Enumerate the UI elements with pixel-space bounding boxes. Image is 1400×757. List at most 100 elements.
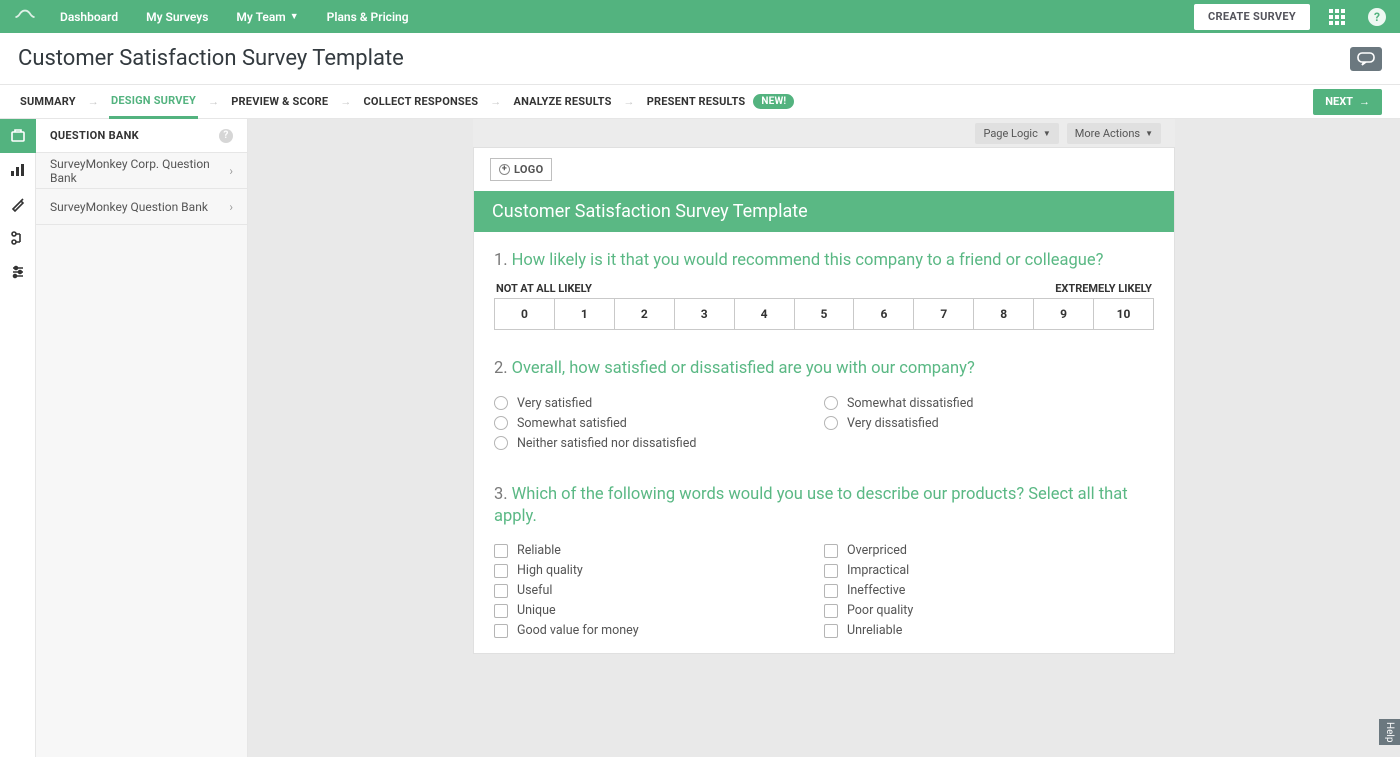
nav-plans-pricing[interactable]: Plans & Pricing <box>313 0 423 33</box>
add-logo-button[interactable]: + LOGO <box>490 158 552 181</box>
nav-my-team[interactable]: My Team▼ <box>222 0 312 33</box>
rail-themes-icon[interactable] <box>0 187 36 221</box>
nps-low-label: NOT AT ALL LIKELY <box>496 282 592 295</box>
checkbox-icon <box>494 544 508 558</box>
checkbox-option[interactable]: Poor quality <box>824 603 1154 618</box>
survey-title[interactable]: Customer Satisfaction Survey Template <box>474 191 1174 232</box>
radio-option[interactable]: Neither satisfied nor dissatisfied <box>494 436 824 451</box>
checkbox-option[interactable]: Overpriced <box>824 543 1154 558</box>
step-summary[interactable]: SUMMARY <box>18 85 78 119</box>
checkbox-option[interactable]: Good value for money <box>494 623 824 638</box>
radio-icon <box>494 436 508 450</box>
nps-cell[interactable]: 8 <box>974 299 1034 329</box>
help-icon[interactable]: ? <box>1364 4 1390 30</box>
design-canvas: Page Logic ▼ More Actions▼ + LOGO Customer… <box>248 119 1400 757</box>
nps-cell[interactable]: 0 <box>495 299 555 329</box>
step-collect-responses[interactable]: COLLECT RESPONSES <box>362 85 481 119</box>
arrow-right-icon: → <box>208 95 219 108</box>
step-preview-score[interactable]: PREVIEW & SCORE <box>229 85 330 119</box>
comments-button[interactable] <box>1350 47 1382 71</box>
qb-item-sm[interactable]: SurveyMonkey Question Bank › <box>36 189 247 225</box>
page-title: Customer Satisfaction Survey Template <box>18 46 404 71</box>
caret-down-icon: ▼ <box>1043 129 1051 138</box>
option-label: Unreliable <box>847 623 902 638</box>
arrow-right-icon: → <box>88 95 99 108</box>
step-present-results[interactable]: PRESENT RESULTS <box>645 85 748 119</box>
checkbox-icon <box>824 564 838 578</box>
next-button[interactable]: NEXT→ <box>1313 89 1382 115</box>
rail-question-bank-icon[interactable] <box>0 119 36 153</box>
radio-option[interactable]: Very dissatisfied <box>824 416 1154 431</box>
question-2[interactable]: 2.Overall, how satisfied or dissatisfied… <box>474 340 1174 465</box>
option-label: Poor quality <box>847 603 913 618</box>
checkbox-option[interactable]: Useful <box>494 583 824 598</box>
option-label: Somewhat satisfied <box>517 416 627 431</box>
option-label: Useful <box>517 583 552 598</box>
checkbox-option[interactable]: Impractical <box>824 563 1154 578</box>
nps-cell[interactable]: 1 <box>555 299 615 329</box>
question-number: 1. <box>494 251 508 270</box>
checkbox-option[interactable]: Reliable <box>494 543 824 558</box>
nps-high-label: EXTREMELY LIKELY <box>1055 282 1152 295</box>
radio-option[interactable]: Somewhat dissatisfied <box>824 396 1154 411</box>
question-1[interactable]: 1.How likely is it that you would recomm… <box>474 232 1174 340</box>
nav-dashboard[interactable]: Dashboard <box>46 0 132 33</box>
question-bank-panel: QUESTION BANK ? SurveyMonkey Corp. Quest… <box>36 119 248 757</box>
rail-builder-icon[interactable] <box>0 153 36 187</box>
create-survey-button[interactable]: CREATE SURVEY <box>1194 4 1310 30</box>
apps-grid-icon[interactable] <box>1324 4 1350 30</box>
step-nav: SUMMARY → DESIGN SURVEY → PREVIEW & SCOR… <box>0 85 1400 119</box>
checkbox-option[interactable]: Ineffective <box>824 583 1154 598</box>
step-design-survey[interactable]: DESIGN SURVEY <box>109 85 198 119</box>
nps-cell[interactable]: 3 <box>675 299 735 329</box>
panel-header: QUESTION BANK ? <box>36 119 247 153</box>
nps-cell[interactable]: 4 <box>735 299 795 329</box>
option-label: Overpriced <box>847 543 907 558</box>
help-side-tab[interactable]: Help <box>1379 719 1400 745</box>
radio-icon <box>824 416 838 430</box>
question-3[interactable]: 3.Which of the following words would you… <box>474 466 1174 654</box>
nps-cell[interactable]: 2 <box>615 299 675 329</box>
radio-option[interactable]: Somewhat satisfied <box>494 416 824 431</box>
checkbox-option[interactable]: Unique <box>494 603 824 618</box>
nps-cell[interactable]: 6 <box>854 299 914 329</box>
nps-scale: 012345678910 <box>494 298 1154 330</box>
builder-tool-rail <box>0 119 36 757</box>
survey-preview: + LOGO Customer Satisfaction Survey Templ… <box>473 147 1175 654</box>
checkbox-icon <box>824 584 838 598</box>
nav-my-team-label: My Team <box>236 10 285 24</box>
panel-help-icon[interactable]: ? <box>219 129 233 143</box>
nps-cell[interactable]: 9 <box>1034 299 1094 329</box>
plus-icon: + <box>499 164 510 175</box>
add-logo-label: LOGO <box>514 163 543 176</box>
radio-icon <box>494 396 508 410</box>
nps-cell[interactable]: 7 <box>914 299 974 329</box>
rail-options-icon[interactable] <box>0 255 36 289</box>
chevron-right-icon: › <box>229 200 233 214</box>
nps-cell[interactable]: 10 <box>1094 299 1153 329</box>
svg-text:?: ? <box>1374 10 1380 24</box>
more-actions-button[interactable]: More Actions▼ <box>1067 123 1161 144</box>
step-analyze-results[interactable]: ANALYZE RESULTS <box>511 85 613 119</box>
option-label: Somewhat dissatisfied <box>847 396 973 411</box>
nav-my-surveys[interactable]: My Surveys <box>132 0 222 33</box>
checkbox-option[interactable]: Unreliable <box>824 623 1154 638</box>
top-nav: Dashboard My Surveys My Team▼ Plans & Pr… <box>0 0 1400 33</box>
rail-logic-icon[interactable] <box>0 221 36 255</box>
radio-option[interactable]: Very satisfied <box>494 396 824 411</box>
checkbox-icon <box>824 624 838 638</box>
option-label: Ineffective <box>847 583 905 598</box>
question-text: How likely is it that you would recommen… <box>512 251 1104 270</box>
qb-item-label: SurveyMonkey Corp. Question Bank <box>50 157 229 185</box>
next-button-label: NEXT <box>1325 95 1353 108</box>
checkbox-option[interactable]: High quality <box>494 563 824 578</box>
nps-cell[interactable]: 5 <box>795 299 855 329</box>
page-logic-label: Page Logic <box>983 127 1037 140</box>
question-number: 3. <box>494 485 508 504</box>
arrow-right-icon: → <box>490 95 501 108</box>
option-label: Very dissatisfied <box>847 416 939 431</box>
page-logic-button[interactable]: Page Logic ▼ <box>975 123 1058 144</box>
qb-item-corp[interactable]: SurveyMonkey Corp. Question Bank › <box>36 153 247 189</box>
question-title: 2.Overall, how satisfied or dissatisfied… <box>494 358 1154 380</box>
question-number: 2. <box>494 359 508 378</box>
